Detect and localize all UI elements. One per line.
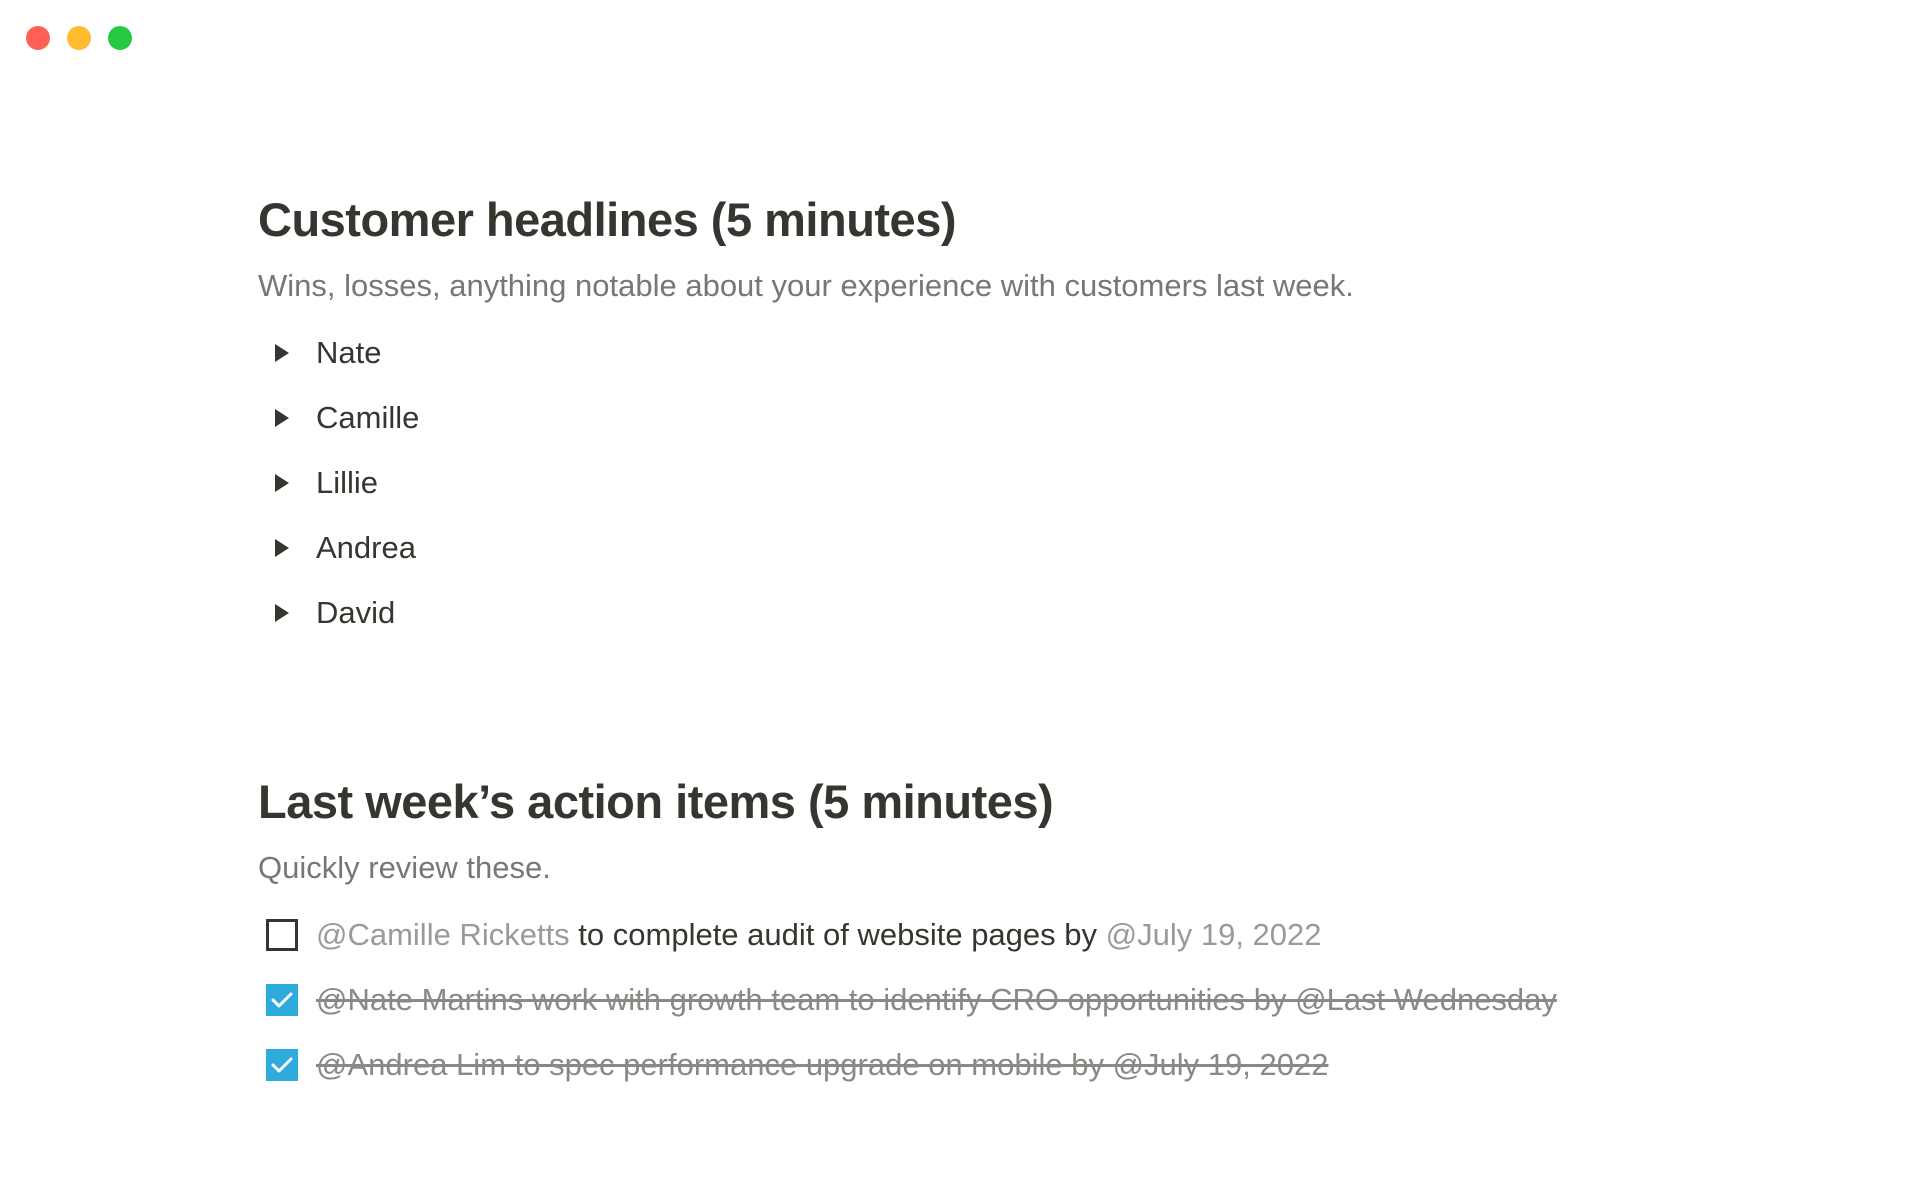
section-heading[interactable]: Last week’s action items (5 minutes) — [258, 770, 1698, 834]
checked-checkbox[interactable] — [266, 983, 298, 1016]
todo-text[interactable]: @Andrea Lim to spec performance upgrade … — [316, 1047, 1328, 1083]
page-content: Customer headlines (5 minutes) Wins, los… — [258, 188, 1698, 1097]
toggle-label[interactable]: Camille — [316, 400, 419, 436]
toggle-item-lillie[interactable]: Lillie — [258, 450, 1698, 515]
triangle-right-icon[interactable] — [272, 603, 292, 623]
person-mention[interactable]: @Andrea Lim — [316, 1047, 506, 1082]
toggle-item-david[interactable]: David — [258, 580, 1698, 645]
minimize-window-button[interactable] — [67, 26, 91, 50]
toggle-label[interactable]: Lillie — [316, 465, 378, 501]
person-mention[interactable]: @Nate Martins — [316, 982, 523, 1017]
date-mention[interactable]: @July 19, 2022 — [1106, 917, 1322, 952]
checkmark-icon — [271, 1057, 293, 1072]
customer-headlines-section: Customer headlines (5 minutes) Wins, los… — [258, 188, 1698, 645]
unchecked-checkbox[interactable] — [266, 918, 298, 951]
triangle-right-icon[interactable] — [272, 408, 292, 428]
app-window: Customer headlines (5 minutes) Wins, los… — [0, 0, 1920, 1200]
triangle-right-icon[interactable] — [272, 343, 292, 363]
todo-item: @Camille Ricketts to complete audit of w… — [258, 902, 1698, 967]
toggle-list: Nate Camille Lillie Andrea David — [258, 320, 1698, 645]
triangle-right-icon[interactable] — [272, 473, 292, 493]
date-mention[interactable]: @July 19, 2022 — [1113, 1047, 1329, 1082]
window-controls — [26, 26, 132, 50]
toggle-item-camille[interactable]: Camille — [258, 385, 1698, 450]
toggle-item-andrea[interactable]: Andrea — [258, 515, 1698, 580]
date-mention[interactable]: @Last Wednesday — [1295, 982, 1557, 1017]
toggle-label[interactable]: Nate — [316, 335, 381, 371]
section-description[interactable]: Quickly review these. — [258, 846, 1698, 890]
toggle-label[interactable]: Andrea — [316, 530, 416, 566]
todo-description: to spec performance upgrade on mobile by — [506, 1046, 1113, 1082]
section-description[interactable]: Wins, losses, anything notable about you… — [258, 264, 1698, 308]
todo-list: @Camille Ricketts to complete audit of w… — [258, 902, 1698, 1097]
todo-description: work with growth team to identify CRO op… — [523, 981, 1296, 1017]
todo-description: to complete audit of website pages by — [569, 916, 1106, 952]
person-mention[interactable]: @Camille Ricketts — [316, 917, 570, 952]
close-window-button[interactable] — [26, 26, 50, 50]
triangle-right-icon[interactable] — [272, 538, 292, 558]
action-items-section: Last week’s action items (5 minutes) Qui… — [258, 770, 1698, 1097]
todo-text[interactable]: @Camille Ricketts to complete audit of w… — [316, 917, 1322, 953]
maximize-window-button[interactable] — [108, 26, 132, 50]
checkmark-icon — [271, 992, 293, 1007]
todo-text[interactable]: @Nate Martins work with growth team to i… — [316, 982, 1557, 1018]
section-heading[interactable]: Customer headlines (5 minutes) — [258, 188, 1698, 252]
todo-item: @Nate Martins work with growth team to i… — [258, 967, 1698, 1032]
todo-item: @Andrea Lim to spec performance upgrade … — [258, 1032, 1698, 1097]
toggle-label[interactable]: David — [316, 595, 395, 631]
checked-checkbox[interactable] — [266, 1048, 298, 1081]
toggle-item-nate[interactable]: Nate — [258, 320, 1698, 385]
